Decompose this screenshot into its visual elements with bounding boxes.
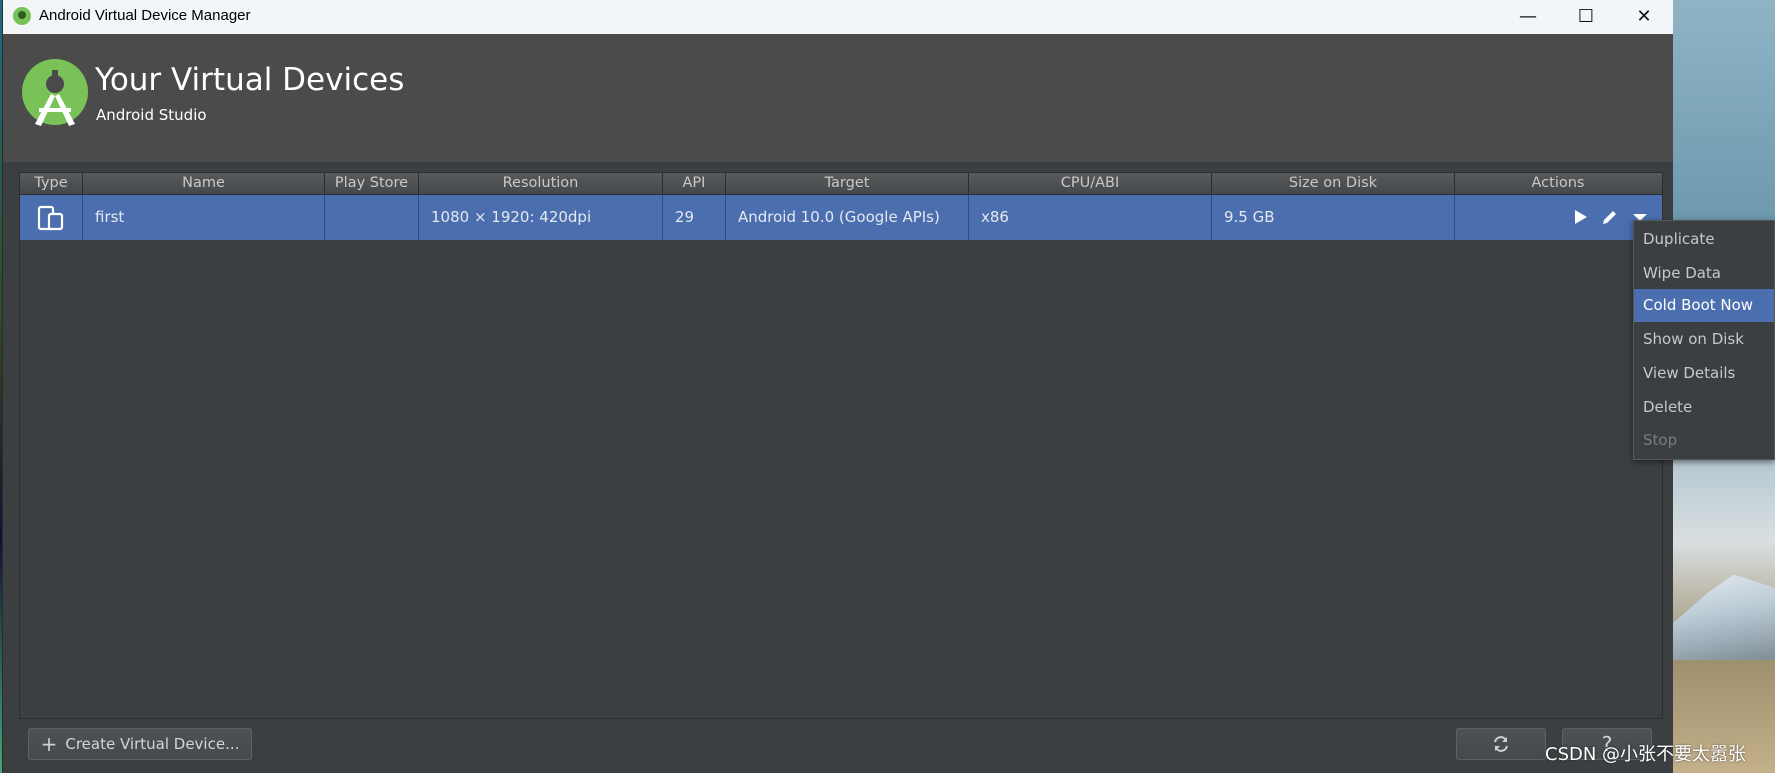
window-title: Android Virtual Device Manager: [39, 7, 251, 24]
cell-api: 29: [663, 195, 726, 240]
menu-item-duplicate[interactable]: Duplicate: [1634, 223, 1774, 256]
phone-tablet-icon: [37, 205, 64, 231]
device-name: first: [95, 208, 125, 226]
maximize-button[interactable]: ☐: [1557, 0, 1615, 32]
column-target[interactable]: Target: [726, 173, 969, 194]
table-row[interactable]: first 1080 × 1920: 420dpi 29 Android 10.…: [20, 195, 1662, 240]
column-type[interactable]: Type: [20, 173, 83, 194]
actions-dropdown-menu: Duplicate Wipe Data Cold Boot Now Show o…: [1633, 220, 1775, 460]
menu-item-stop: Stop: [1643, 431, 1678, 449]
column-cpu-abi[interactable]: CPU/ABI: [969, 173, 1212, 194]
android-studio-logo-icon: [22, 59, 88, 126]
cpu-abi-value: x86: [981, 208, 1009, 226]
edit-pencil-icon[interactable]: [1601, 208, 1619, 226]
watermark: CSDN @小张不要太嚣张: [1545, 744, 1747, 765]
create-virtual-device-button[interactable]: + Create Virtual Device...: [28, 728, 252, 760]
column-actions[interactable]: Actions: [1455, 173, 1661, 194]
close-button[interactable]: ✕: [1615, 0, 1673, 32]
cell-play-store: [325, 195, 419, 240]
menu-item-delete[interactable]: Delete: [1634, 391, 1774, 424]
cell-cpu-abi: x86: [969, 195, 1212, 240]
column-resolution[interactable]: Resolution: [419, 173, 663, 194]
play-store-value: [325, 208, 337, 226]
table-header: Type Name Play Store Resolution API Targ…: [20, 173, 1662, 195]
column-name[interactable]: Name: [83, 173, 325, 194]
cell-size-on-disk: 9.5 GB: [1212, 195, 1455, 240]
refresh-icon: [1494, 736, 1508, 752]
plus-icon: +: [40, 732, 58, 756]
column-api[interactable]: API: [663, 173, 726, 194]
menu-item-show-on-disk[interactable]: Show on Disk: [1634, 323, 1774, 356]
cell-resolution: 1080 × 1920: 420dpi: [419, 195, 663, 240]
api-value: 29: [675, 208, 695, 226]
menu-item-view-details[interactable]: View Details: [1634, 357, 1774, 390]
column-play-store[interactable]: Play Store: [325, 173, 419, 194]
cell-name: first: [83, 195, 325, 240]
android-studio-icon: [13, 7, 31, 25]
title-bar: Android Virtual Device Manager — ☐ ✕: [3, 0, 1673, 34]
size-value: 9.5 GB: [1224, 208, 1275, 226]
column-size-on-disk[interactable]: Size on Disk: [1212, 173, 1455, 194]
device-table: Type Name Play Store Resolution API Targ…: [19, 172, 1663, 719]
minimize-button[interactable]: —: [1499, 0, 1557, 32]
resolution-value: 1080 × 1920: 420dpi: [431, 208, 592, 226]
launch-play-icon[interactable]: [1571, 208, 1589, 226]
refresh-button[interactable]: [1456, 728, 1546, 760]
menu-item-cold-boot-now[interactable]: Cold Boot Now: [1634, 289, 1774, 322]
avd-manager-window: Android Virtual Device Manager — ☐ ✕ You…: [2, 0, 1673, 773]
page-title: Your Virtual Devices: [95, 62, 405, 98]
cell-target: Android 10.0 (Google APIs): [726, 195, 969, 240]
create-button-label: Create Virtual Device...: [65, 735, 240, 753]
page-subtitle: Android Studio: [96, 106, 207, 124]
cell-type: [20, 195, 83, 240]
menu-item-wipe-data[interactable]: Wipe Data: [1634, 257, 1774, 290]
cell-actions: [1455, 195, 1661, 240]
page-header: Your Virtual Devices Android Studio: [3, 34, 1673, 162]
target-value: Android 10.0 (Google APIs): [738, 208, 940, 226]
